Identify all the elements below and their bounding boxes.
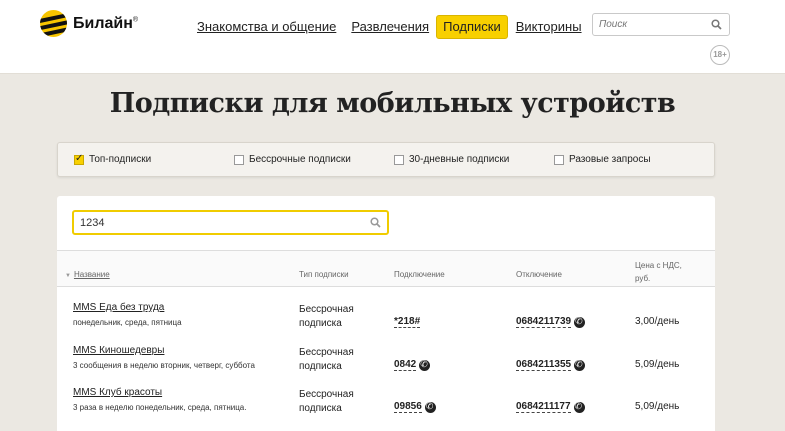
search-icon[interactable] (370, 217, 381, 228)
subscriptions-panel: Название Тип подписки Подключение Отключ… (57, 196, 715, 431)
checkbox-checked[interactable] (74, 153, 84, 165)
disconnect-number[interactable]: 0684211739 (516, 316, 586, 328)
price: 5,09/день (635, 401, 680, 412)
column-header-price: Цена с НДС, руб. (635, 261, 682, 283)
subscription-title-link[interactable]: MMS Клуб красоты (73, 387, 162, 398)
subscription-type: Бессрочная подписка (299, 347, 354, 372)
phone-icon[interactable] (424, 401, 436, 413)
filter-unlimited-subscriptions[interactable]: Бессрочные подписки (234, 154, 351, 165)
filter-top-subscriptions[interactable]: Топ-подписки (74, 153, 151, 165)
nav-item-dating[interactable]: Знакомства и общение (197, 16, 336, 38)
column-header-disconnect: Отключение (516, 270, 562, 279)
main-nav: Знакомства и общение Развлечения Подписк… (197, 15, 597, 39)
site-header: Билайн® Знакомства и общение Развлечения… (0, 0, 785, 74)
search-icon[interactable] (711, 19, 722, 30)
table-row: MMS Еда без труда понедельник, среда, пя… (57, 302, 715, 344)
table-row: MMS Клуб красоты 3 раза в неделю понедел… (57, 387, 715, 429)
disconnect-number[interactable]: 0684211355 (516, 359, 586, 371)
top-search-input[interactable] (593, 14, 703, 35)
checkbox[interactable] (554, 154, 564, 165)
nav-item-entertainment[interactable]: Развлечения (351, 16, 429, 38)
disconnect-number[interactable]: 0684211177 (516, 401, 585, 413)
subscription-schedule: понедельник, среда, пятница (73, 318, 182, 327)
phone-icon[interactable] (419, 359, 431, 371)
subscription-schedule: 3 раза в неделю понедельник, среда, пятн… (73, 403, 247, 412)
subscription-search-input[interactable] (74, 212, 354, 233)
connect-code[interactable]: 09856 (394, 401, 436, 413)
connect-code[interactable]: 0842 (394, 359, 431, 371)
subscription-type: Бессрочная подписка (299, 304, 354, 329)
filter-one-time-requests[interactable]: Разовые запросы (554, 154, 651, 165)
subscription-schedule: 3 сообщения в неделю вторник, четверг, с… (73, 361, 255, 370)
filter-bar: Топ-подписки Бессрочные подписки 30-днев… (57, 142, 715, 177)
phone-icon[interactable] (573, 401, 585, 413)
nav-item-subscriptions[interactable]: Подписки (436, 15, 508, 39)
subscription-title-link[interactable]: MMS Еда без труда (73, 302, 164, 313)
age-rating-badge: 18+ (710, 45, 730, 65)
subscription-title-link[interactable]: MMS Киношедевры (73, 345, 164, 356)
connect-code[interactable]: *218# (394, 316, 421, 328)
beeline-logo-icon (40, 10, 67, 37)
price: 5,09/день (635, 359, 680, 370)
subscription-search (72, 210, 389, 235)
top-search (592, 13, 730, 36)
price: 3,00/день (635, 316, 680, 327)
table-header: Название Тип подписки Подключение Отключ… (57, 250, 715, 287)
beeline-logo[interactable]: Билайн® (40, 10, 138, 37)
table-row: MMS Киношедевры 3 сообщения в неделю вто… (57, 345, 715, 387)
checkbox[interactable] (234, 154, 244, 165)
column-header-connect: Подключение (394, 270, 445, 279)
filter-30-day-subscriptions[interactable]: 30-дневные подписки (394, 154, 509, 165)
column-header-type: Тип подписки (299, 270, 349, 279)
column-header-name[interactable]: Название (65, 270, 110, 279)
phone-icon[interactable] (574, 316, 586, 328)
phone-icon[interactable] (574, 359, 586, 371)
checkbox[interactable] (394, 154, 404, 165)
brand-name: Билайн® (73, 14, 139, 32)
nav-item-quizzes[interactable]: Викторины (516, 16, 582, 38)
subscription-type: Бессрочная подписка (299, 389, 354, 414)
page-title: Подписки для мобильных устройств (109, 88, 676, 119)
